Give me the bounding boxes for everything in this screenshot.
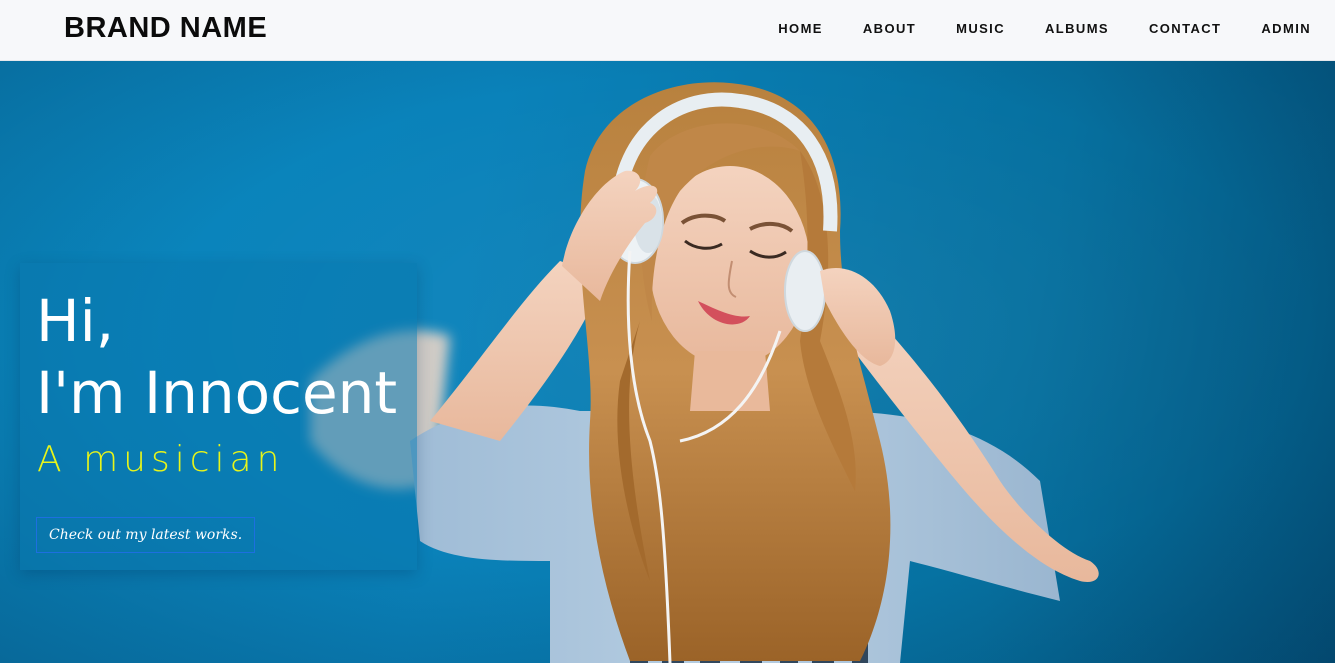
hero-image-musician-with-headphones bbox=[310, 82, 1099, 663]
navbar: BRAND NAME HOME ABOUT MUSIC ALBUMS CONTA… bbox=[0, 0, 1335, 61]
nav-link-music[interactable]: MUSIC bbox=[956, 21, 1005, 36]
intro-card: Hi, I'm Innocent A musician Check out my… bbox=[20, 263, 417, 570]
hero-subtitle: A musician bbox=[37, 439, 285, 480]
nav-link-admin[interactable]: ADMIN bbox=[1261, 21, 1311, 36]
latest-works-button[interactable]: Check out my latest works. bbox=[36, 517, 256, 553]
nav-link-about[interactable]: ABOUT bbox=[863, 21, 916, 36]
page: BRAND NAME HOME ABOUT MUSIC ALBUMS CONTA… bbox=[0, 0, 1335, 663]
hero-greeting: Hi, I'm Innocent bbox=[36, 285, 397, 429]
nav-link-contact[interactable]: CONTACT bbox=[1149, 21, 1221, 36]
main-nav: HOME ABOUT MUSIC ALBUMS CONTACT ADMIN bbox=[738, 21, 1311, 36]
nav-link-home[interactable]: HOME bbox=[778, 21, 823, 36]
hero-section: Hi, I'm Innocent A musician Check out my… bbox=[0, 61, 1335, 663]
brand-logo[interactable]: BRAND NAME bbox=[64, 12, 267, 45]
nav-link-albums[interactable]: ALBUMS bbox=[1045, 21, 1109, 36]
greeting-line-2: I'm Innocent bbox=[36, 359, 398, 427]
greeting-line-1: Hi, bbox=[36, 287, 115, 355]
